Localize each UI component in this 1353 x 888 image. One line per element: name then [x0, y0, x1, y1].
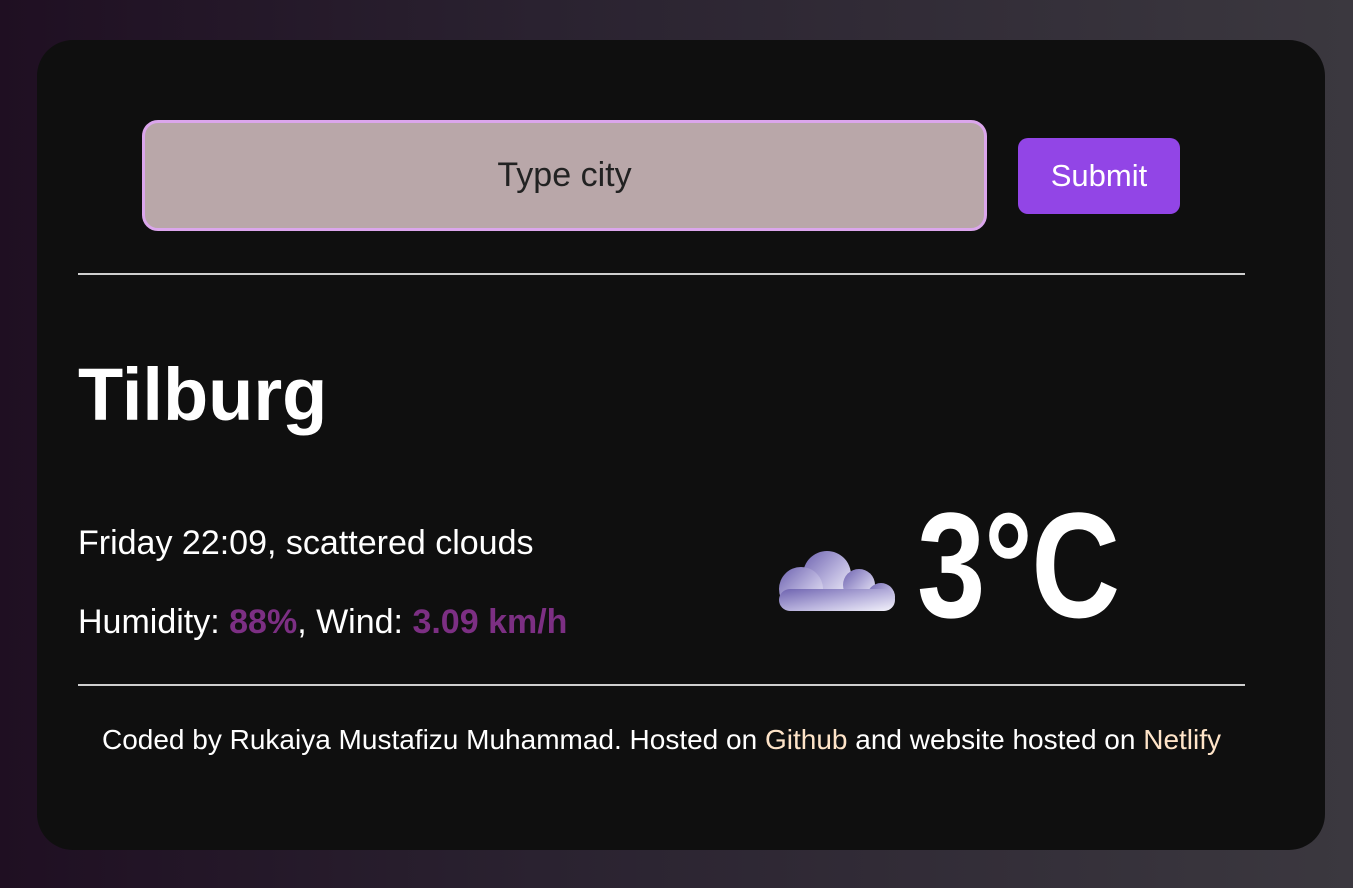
github-link[interactable]: Github	[765, 724, 848, 755]
wind-label: , Wind:	[297, 603, 413, 641]
scattered-clouds-icon	[779, 551, 895, 611]
search-form: Submit	[142, 120, 1182, 232]
wind-value: 3.09 km/h	[412, 603, 568, 641]
netlify-link[interactable]: Netlify	[1143, 724, 1221, 755]
footer-text-middle: and website hosted on	[847, 724, 1144, 755]
city-search-input[interactable]	[142, 120, 987, 231]
humidity-label: Humidity:	[78, 603, 230, 641]
top-divider	[78, 273, 1245, 275]
temperature: 3°C	[917, 481, 1120, 649]
submit-button[interactable]: Submit	[1018, 138, 1180, 214]
weather-card: Submit Tilburg Friday 22:09, scattered c…	[37, 40, 1325, 850]
city-name: Tilburg	[78, 353, 328, 436]
humidity-value: 88%	[229, 603, 298, 641]
weather-description-line: Friday 22:09, scattered clouds	[78, 524, 534, 562]
footer: Coded by Rukaiya Mustafizu Muhammad. Hos…	[78, 723, 1245, 757]
day-time: Friday 22:09	[78, 524, 267, 562]
footer-text-before: Coded by Rukaiya Mustafizu Muhammad. Hos…	[101, 724, 765, 755]
bottom-divider	[78, 684, 1245, 686]
weather-details-line: Humidity: 88%, Wind: 3.09 km/h	[78, 605, 567, 639]
weather-description: scattered clouds	[285, 524, 534, 562]
